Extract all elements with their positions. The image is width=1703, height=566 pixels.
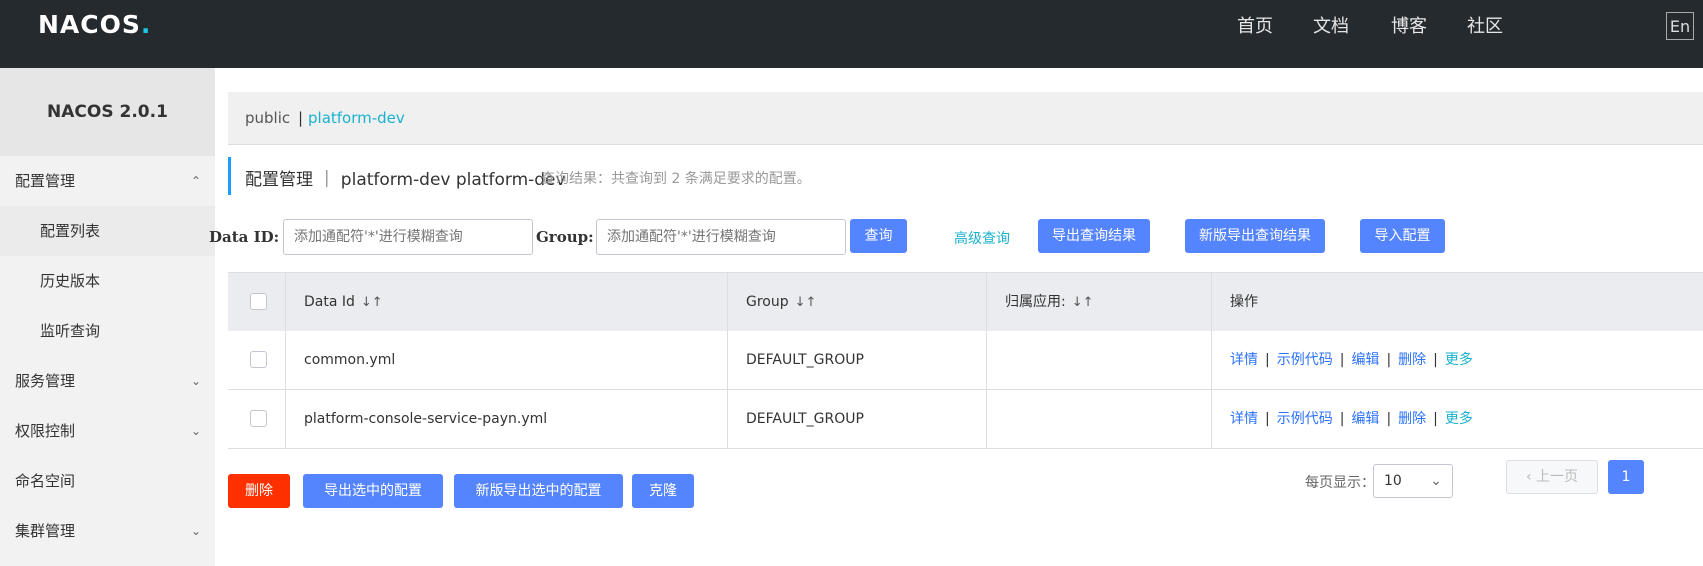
page-size-label: 每页显示： [1305,475,1375,491]
data-id-input[interactable] [283,219,533,255]
row-select-cell [228,331,286,389]
sample-code-link[interactable]: 示例代码 [1277,352,1333,368]
sort-icon[interactable]: ↓↑ [361,295,383,310]
row-checkbox[interactable] [250,410,267,427]
row-checkbox[interactable] [250,351,267,368]
sidebar-item-service-management[interactable]: 服务管理 ⌄ [0,356,215,406]
chevron-down-icon: ⌄ [190,524,201,538]
chevron-left-icon: ‹ [1525,469,1532,485]
operations-cell: 详情 | 示例代码 | 编辑 | 删除 | 更多 [1230,352,1473,368]
group-cell: DEFAULT_GROUP [728,331,987,389]
detail-link[interactable]: 详情 [1230,411,1258,427]
advanced-query-link[interactable]: 高级查询 [954,228,1010,248]
sort-icon[interactable]: ↓↑ [795,295,817,310]
select-all-checkbox[interactable] [250,293,267,310]
more-link[interactable]: 更多 [1445,411,1473,427]
chevron-down-icon: ⌄ [1430,473,1442,489]
nav-community[interactable]: 社区 [1467,16,1503,38]
group-input[interactable] [596,219,846,255]
sidebar-item-listener-query[interactable]: 监听查询 [0,306,215,356]
page-title: 配置管理 ｜ platform-dev platform-dev [245,170,566,190]
export-results-button[interactable]: 导出查询结果 [1038,219,1150,253]
header-app[interactable]: 归属应用: ↓↑ [987,273,1212,331]
namespace-public[interactable]: public [245,92,290,144]
namespace-bar: public | platform-dev [228,92,1703,145]
query-result-note: 查询结果：共查询到 2 条满足要求的配置。 [541,171,811,187]
data-id-cell: platform-console-service-payn.yml [286,390,728,448]
page-title-bar: 配置管理 ｜ platform-dev platform-dev 查询结果：共查… [228,157,811,195]
language-switch[interactable]: En [1666,12,1694,40]
header-operations: 操作 [1212,273,1703,331]
chevron-down-icon: ⌄ [190,374,201,388]
nav-docs[interactable]: 文档 [1313,16,1349,38]
edit-link[interactable]: 编辑 [1351,352,1379,368]
sample-code-link[interactable]: 示例代码 [1277,411,1333,427]
page-number-current[interactable]: 1 [1608,460,1644,494]
group-label: Group: [536,228,594,246]
new-export-selected-button[interactable]: 新版导出选中的配置 [454,474,623,508]
header-group[interactable]: Group ↓↑ [728,273,987,331]
edit-link[interactable]: 编辑 [1351,411,1379,427]
nav-home[interactable]: 首页 [1237,16,1273,38]
header-data-id[interactable]: Data Id ↓↑ [286,273,728,331]
sort-icon[interactable]: ↓↑ [1072,295,1094,310]
app-cell [987,390,1212,448]
table-row: common.yml DEFAULT_GROUP 详情 | 示例代码 | 编辑 | 删除 | 更… [228,331,1703,390]
operations-cell: 详情 | 示例代码 | 编辑 | 删除 | 更多 [1230,411,1473,427]
sidebar-item-config-list[interactable]: 配置列表 [0,206,215,256]
main-content: public | platform-dev 配置管理 ｜ platform-de… [209,68,1703,566]
sidebar: NACOS 2.0.1 配置管理 ⌃ 配置列表 历史版本 监听查询 服务管理 ⌄… [0,68,215,566]
row-select-cell [228,390,286,448]
sidebar-item-history[interactable]: 历史版本 [0,256,215,306]
chevron-down-icon: ⌄ [190,424,201,438]
data-id-cell: common.yml [286,331,728,389]
chevron-up-icon: ⌃ [190,174,201,188]
sidebar-item-cluster-management[interactable]: 集群管理 ⌄ [0,506,215,556]
detail-link[interactable]: 详情 [1230,352,1258,368]
clone-button[interactable]: 克隆 [632,474,694,508]
new-export-results-button[interactable]: 新版导出查询结果 [1185,219,1325,253]
delete-link[interactable]: 删除 [1398,411,1426,427]
header-select-cell [228,273,286,331]
export-selected-button[interactable]: 导出选中的配置 [303,474,443,508]
table-row: platform-console-service-payn.yml DEFAUL… [228,390,1703,449]
namespace-separator: | [298,109,304,127]
config-table: Data Id ↓↑ Group ↓↑ 归属应用: ↓↑ 操作 common.yml … [228,272,1703,449]
nacos-logo[interactable]: NACOS. [38,10,151,40]
prev-page-button[interactable]: ‹ 上一页 [1506,460,1598,494]
page-size-select[interactable]: 10 ⌄ [1373,464,1453,498]
sidebar-item-access-control[interactable]: 权限控制 ⌄ [0,406,215,456]
app-cell [987,331,1212,389]
sidebar-item-namespace[interactable]: 命名空间 [0,456,215,506]
more-link[interactable]: 更多 [1445,352,1473,368]
sidebar-item-config-management[interactable]: 配置管理 ⌃ [0,156,215,206]
top-navbar: NACOS. 首页 文档 博客 社区 En [0,0,1703,68]
query-button[interactable]: 查询 [850,219,907,253]
delete-button[interactable]: 删除 [228,474,290,508]
sidebar-version: NACOS 2.0.1 [0,68,215,156]
delete-link[interactable]: 删除 [1398,352,1426,368]
import-config-button[interactable]: 导入配置 [1360,219,1445,253]
data-id-label: Data ID: [209,228,280,246]
nav-blog[interactable]: 博客 [1391,16,1427,38]
group-cell: DEFAULT_GROUP [728,390,987,448]
namespace-platform-dev[interactable]: platform-dev [308,92,405,144]
